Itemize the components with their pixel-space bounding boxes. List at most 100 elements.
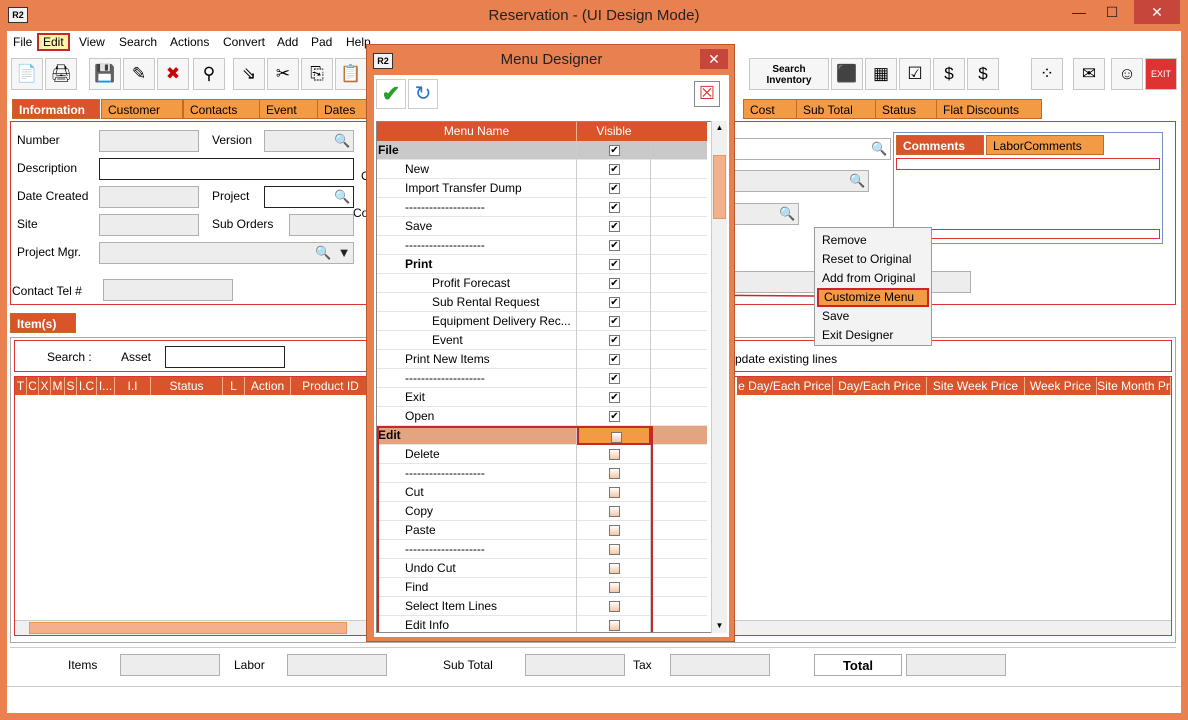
- search-icon[interactable]: 🔍: [334, 133, 350, 149]
- project-mgr-field[interactable]: 🔍 ▼: [99, 242, 354, 264]
- col-menu-name[interactable]: Menu Name: [377, 122, 577, 141]
- notes-icon[interactable]: ✉: [1073, 58, 1105, 90]
- edit-icon[interactable]: ✎: [123, 58, 155, 90]
- scroll-thumb[interactable]: [713, 155, 726, 219]
- col-x[interactable]: X: [39, 377, 51, 395]
- tab-sub-total[interactable]: Sub Total: [796, 99, 876, 119]
- scroll-thumb[interactable]: [29, 622, 347, 634]
- col-site-day-price[interactable]: e Day/Each Price: [737, 377, 833, 395]
- visible-checkbox[interactable]: ✔: [609, 316, 620, 327]
- col-status[interactable]: Status: [151, 377, 223, 395]
- paste-icon[interactable]: 📋: [335, 58, 367, 90]
- col-week-price[interactable]: Week Price: [1025, 377, 1097, 395]
- print-icon[interactable]: 🖨: [45, 58, 77, 90]
- money-icon[interactable]: $: [933, 58, 965, 90]
- menu-item-add-from-original[interactable]: Add from Original: [817, 269, 929, 288]
- scroll-down-icon[interactable]: ▼: [712, 619, 727, 633]
- menu-item-exit-designer[interactable]: Exit Designer: [817, 326, 929, 345]
- menu-row[interactable]: Equipment Delivery Rec... ✔: [377, 312, 707, 331]
- tab-comments[interactable]: Comments: [896, 135, 984, 155]
- menu-file[interactable]: File: [9, 33, 36, 51]
- comments-text[interactable]: [896, 158, 1160, 170]
- search-icon[interactable]: 🔍: [779, 206, 795, 222]
- maximize-button[interactable]: ☐: [1097, 0, 1127, 24]
- menu-row[interactable]: -------------------- ✔: [377, 198, 707, 217]
- tab-event[interactable]: Event: [259, 99, 319, 119]
- asset-input[interactable]: [165, 346, 285, 368]
- menu-pad[interactable]: Pad: [307, 33, 336, 51]
- menu-row[interactable]: Import Transfer Dump ✔: [377, 179, 707, 198]
- menu-row[interactable]: Print New Items ✔: [377, 350, 707, 369]
- menu-row[interactable]: -------------------- ✔: [377, 369, 707, 388]
- menu-convert[interactable]: Convert: [219, 33, 269, 51]
- col-l[interactable]: L: [223, 377, 245, 395]
- dialog-close-button[interactable]: ✕: [700, 49, 728, 69]
- menu-row[interactable]: -------------------- ✔: [377, 236, 707, 255]
- menu-row[interactable]: Profit Forecast ✔: [377, 274, 707, 293]
- vertical-scrollbar[interactable]: ▲ ▼: [711, 121, 727, 633]
- contact-tel-field[interactable]: [103, 279, 233, 301]
- search-icon[interactable]: 🔍: [334, 189, 350, 205]
- cube-icon[interactable]: ▦: [865, 58, 897, 90]
- menu-edit[interactable]: Edit: [37, 33, 70, 51]
- search-icon[interactable]: 🔍: [871, 141, 887, 157]
- col-s[interactable]: S: [65, 377, 77, 395]
- chevron-down-icon[interactable]: ▼: [336, 245, 352, 261]
- col-action[interactable]: Action: [245, 377, 291, 395]
- customer-field[interactable]: 🔍: [731, 138, 891, 160]
- venue-field[interactable]: 🔍: [731, 203, 799, 225]
- tab-information[interactable]: Information: [12, 99, 100, 119]
- search-icon[interactable]: 🔍: [315, 245, 331, 261]
- tab-flat-discounts[interactable]: Flat Discounts: [936, 99, 1042, 119]
- project-field[interactable]: 🔍: [264, 186, 354, 208]
- search-inventory-button[interactable]: Search Inventory: [749, 58, 829, 90]
- visible-checkbox[interactable]: ✔: [609, 145, 620, 156]
- menu-row[interactable]: Exit ✔: [377, 388, 707, 407]
- minimize-button[interactable]: —: [1064, 0, 1094, 24]
- stamp-icon[interactable]: ⬛: [831, 58, 863, 90]
- version-field[interactable]: 🔍: [264, 130, 354, 152]
- tab-contacts[interactable]: Contacts: [183, 99, 265, 119]
- menu-row[interactable]: Event ✔: [377, 331, 707, 350]
- menu-row[interactable]: Open ✔: [377, 407, 707, 426]
- exit-button[interactable]: EXIT: [1145, 58, 1177, 90]
- description-field[interactable]: [99, 158, 354, 180]
- col-ii[interactable]: I.I: [115, 377, 151, 395]
- menu-item-customize-menu[interactable]: Customize Menu: [817, 288, 929, 307]
- new-icon[interactable]: 📄: [11, 58, 43, 90]
- sub-orders-field[interactable]: [289, 214, 354, 236]
- search-icon[interactable]: 🔍: [849, 173, 865, 189]
- tab-cost[interactable]: Cost: [743, 99, 797, 119]
- date-created-field[interactable]: [99, 186, 199, 208]
- checklist-icon[interactable]: ☑: [899, 58, 931, 90]
- visible-checkbox[interactable]: ✔: [609, 164, 620, 175]
- smiley-icon[interactable]: ☺: [1111, 58, 1143, 90]
- money-bag-icon[interactable]: $: [967, 58, 999, 90]
- site-field[interactable]: [99, 214, 199, 236]
- cancel-icon[interactable]: ☒: [694, 81, 720, 107]
- cut-icon[interactable]: ✂: [267, 58, 299, 90]
- balls-icon[interactable]: ⁘: [1031, 58, 1063, 90]
- visible-checkbox[interactable]: ✔: [609, 392, 620, 403]
- visible-checkbox[interactable]: ✔: [609, 335, 620, 346]
- binoculars-icon[interactable]: ⚲: [193, 58, 225, 90]
- visible-checkbox[interactable]: ✔: [609, 221, 620, 232]
- menu-row[interactable]: Save ✔: [377, 217, 707, 236]
- col-t[interactable]: T: [15, 377, 27, 395]
- menu-search[interactable]: Search: [115, 33, 161, 51]
- transfer-icon[interactable]: ⇘: [233, 58, 265, 90]
- col-visible[interactable]: Visible: [577, 122, 651, 141]
- menu-row[interactable]: File ✔: [377, 141, 707, 160]
- refresh-icon[interactable]: ↻: [408, 79, 438, 109]
- visible-checkbox[interactable]: ✔: [609, 354, 620, 365]
- col-c[interactable]: C: [27, 377, 39, 395]
- tab-customer[interactable]: Customer: [101, 99, 183, 119]
- visible-checkbox[interactable]: ✔: [609, 297, 620, 308]
- col-site-week-price[interactable]: Site Week Price: [927, 377, 1025, 395]
- save-icon[interactable]: 💾: [89, 58, 121, 90]
- visible-checkbox[interactable]: ✔: [609, 373, 620, 384]
- visible-checkbox[interactable]: ✔: [609, 240, 620, 251]
- number-field[interactable]: [99, 130, 199, 152]
- menu-row[interactable]: New ✔: [377, 160, 707, 179]
- visible-checkbox[interactable]: ✔: [609, 202, 620, 213]
